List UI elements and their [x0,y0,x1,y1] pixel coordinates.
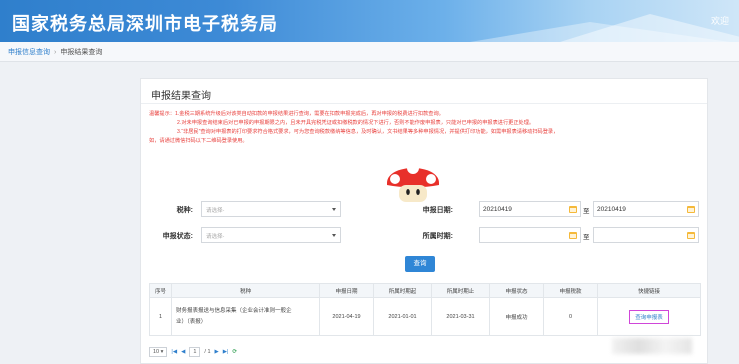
column-header: 所属时期起 [373,283,432,298]
tax-type-select[interactable]: 请选择- [201,201,341,217]
page-total: / 1 [204,349,211,355]
notice-line: 温馨提示：1.金税三期系统升级后对该类自动扣款的申报结果进行查询，需要在扣款申报… [149,111,444,117]
results-table: 序号 税种 申报日期 所属时期起 所属时期止 申报状态 申报税款 快捷链接 1 … [149,283,701,336]
row-period-start: 2021-01-01 [373,297,432,336]
calendar-icon[interactable] [687,206,695,213]
row-declare-date: 2021-04-19 [319,297,374,336]
last-page-button[interactable]: ▶| [223,349,229,355]
prev-page-button[interactable]: ◀ [181,349,185,355]
next-page-button[interactable]: ▶ [215,349,219,355]
notice-line: 如，请通过微信扫码以下二维码登录使用。 [149,138,248,144]
range-separator: 至 [583,234,590,241]
row-amount: 0 [543,297,598,336]
row-tax-type: 财务报表报送与信息采集（企业会计准则一般企 业）（表报） [171,297,320,336]
divider [141,103,707,104]
notice-line: 2.对未申报查询结束后对已申报的申报期限之内，且未开具完税凭证或扣缴税款的情况下… [177,120,535,126]
row-status: 申报成功 [489,297,544,336]
tax-type-label: 税种: [176,207,193,214]
pagination: 10 ▾ |◀ ◀ 1 / 1 ▶ ▶| ⟳ [149,346,237,358]
range-separator: 至 [583,208,590,215]
declare-date-to-input[interactable]: 20210419 [593,201,699,217]
table-header-row: 序号 税种 申报日期 所属时期起 所属时期止 申报状态 申报税款 快捷链接 [149,283,701,298]
notice-line: 3.“非居民”查询对申报表的打印要求符合格式要求，可为您查询税款缴纳等信息，及时… [177,129,559,135]
row-quick-link-cell: 查询申报表 [597,297,701,336]
period-to-input[interactable] [593,227,699,243]
column-header: 申报状态 [489,283,544,298]
status-label: 申报状态: [162,233,193,240]
site-header: 国家税务总局深圳市电子税务局 欢迎 [0,0,739,42]
calendar-icon[interactable] [569,232,577,239]
notice-text: 温馨提示：1.金税三期系统升级后对该类自动扣款的申报结果进行查询，需要在扣款申报… [149,110,701,146]
site-title: 国家税务总局深圳市电子税务局 [12,14,278,35]
view-declaration-link[interactable]: 查询申报表 [629,309,669,324]
declare-date-to-value: 20210419 [597,206,626,213]
breadcrumb-separator: › [54,49,57,56]
page-number-input[interactable]: 1 [189,347,201,357]
first-page-button[interactable]: |◀ [171,349,177,355]
chevron-down-icon [332,208,336,211]
row-tax-type-line: 财务报表报送与信息采集（企业会计准则一般企 [176,307,292,314]
column-header: 序号 [149,283,172,298]
column-header: 申报税款 [543,283,598,298]
declare-date-from-value: 20210419 [483,206,512,213]
column-header: 快捷链接 [597,283,701,298]
chevron-down-icon [332,234,336,237]
row-tax-type-line: 业）（表报） [176,318,207,325]
calendar-icon[interactable] [569,206,577,213]
welcome-text: 欢迎 [710,16,729,26]
breadcrumb-home-link[interactable]: 申报信息查询 [8,49,50,56]
query-button[interactable]: 查询 [405,256,435,272]
breadcrumb-current: 申报结果查询 [60,49,103,56]
panel-title: 申报结果查询 [151,91,211,102]
row-period-end: 2021-03-31 [431,297,490,336]
row-index: 1 [149,297,172,336]
table-row: 1 财务报表报送与信息采集（企业会计准则一般企 业）（表报） 2021-04-1… [149,297,701,336]
page-size-select[interactable]: 10 ▾ [149,347,168,357]
declare-date-from-input[interactable]: 20210419 [479,201,581,217]
status-placeholder: 请选择- [206,234,225,240]
column-header: 申报日期 [319,283,374,298]
breadcrumb: 申报信息查询 › 申报结果查询 [0,42,739,62]
status-select[interactable]: 请选择- [201,227,341,243]
mushroom-mascot-icon [387,162,439,202]
refresh-icon[interactable]: ⟳ [232,349,237,355]
declare-date-label: 申报日期: [422,207,453,214]
calendar-icon[interactable] [687,232,695,239]
column-header: 税种 [171,283,320,298]
query-panel: 申报结果查询 温馨提示：1.金税三期系统升级后对该类自动扣款的申报结果进行查询，… [140,78,708,364]
column-header: 所属时期止 [431,283,490,298]
blurred-watermark [612,338,692,354]
period-label: 所属时期: [422,233,453,240]
period-from-input[interactable] [479,227,581,243]
tax-type-placeholder: 请选择- [206,208,225,214]
